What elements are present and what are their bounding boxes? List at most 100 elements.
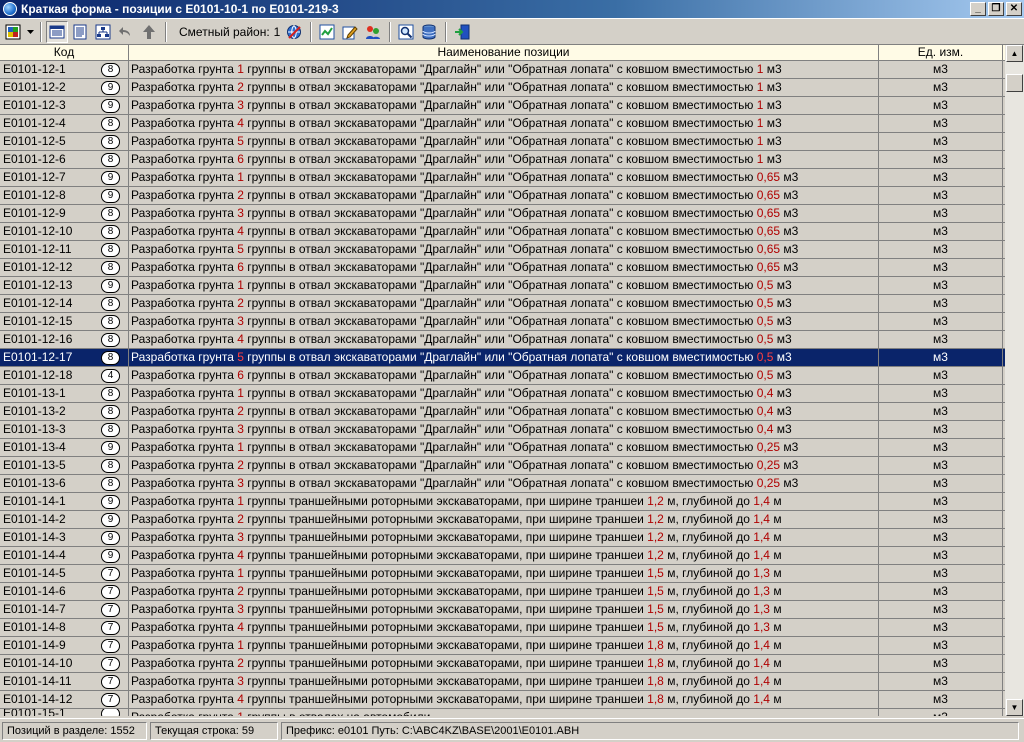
unit-cell[interactable]: м3 <box>879 259 1003 276</box>
column-header-code[interactable]: Код <box>0 45 129 60</box>
name-cell[interactable]: Разработка грунта 3 группы в отвал экска… <box>129 475 879 492</box>
name-cell[interactable]: Разработка грунта 3 группы траншейными р… <box>129 529 879 546</box>
scroll-thumb[interactable] <box>1006 74 1023 92</box>
unit-cell[interactable]: м3 <box>879 205 1003 222</box>
table-row[interactable]: Е0101-12-16 8 Разработка грунта 4 группы в… <box>0 331 1005 349</box>
name-cell[interactable]: Разработка грунта 5 группы в отвал экска… <box>129 241 879 258</box>
code-cell[interactable]: Е0101-12-17 8 <box>0 349 129 366</box>
name-cell[interactable]: Разработка грунта 3 группы траншейными р… <box>129 673 879 690</box>
unit-cell[interactable]: м3 <box>879 583 1003 600</box>
name-cell[interactable]: Разработка грунта 6 группы в отвал экска… <box>129 259 879 276</box>
unit-cell[interactable]: м3 <box>879 457 1003 474</box>
table-row[interactable]: Е0101-15-1 Разработка грунта 1 группы в о… <box>0 709 1005 716</box>
name-cell[interactable]: Разработка грунта 2 группы в отвал экска… <box>129 187 879 204</box>
table-row[interactable]: Е0101-12-4 8 Разработка грунта 4 группы в … <box>0 115 1005 133</box>
code-cell[interactable]: Е0101-12-15 8 <box>0 313 129 330</box>
unit-cell[interactable]: м3 <box>879 79 1003 96</box>
code-cell[interactable]: Е0101-12-3 9 <box>0 97 129 114</box>
code-cell[interactable]: Е0101-12-1 8 <box>0 61 129 78</box>
code-cell[interactable]: Е0101-12-12 8 <box>0 259 129 276</box>
unit-cell[interactable]: м3 <box>879 421 1003 438</box>
name-cell[interactable]: Разработка грунта 2 группы траншейными р… <box>129 511 879 528</box>
table-row[interactable]: Е0101-14-3 9 Разработка грунта 3 группы тр… <box>0 529 1005 547</box>
name-cell[interactable]: Разработка грунта 2 группы траншейными р… <box>129 583 879 600</box>
table-row[interactable]: Е0101-13-4 9 Разработка грунта 1 группы в … <box>0 439 1005 457</box>
code-cell[interactable]: Е0101-12-5 8 <box>0 133 129 150</box>
name-cell[interactable]: Разработка грунта 1 группы в отвал экска… <box>129 169 879 186</box>
code-cell[interactable]: Е0101-14-9 7 <box>0 637 129 654</box>
name-cell[interactable]: Разработка грунта 1 группы траншейными р… <box>129 637 879 654</box>
table-row[interactable]: Е0101-14-8 7 Разработка грунта 4 группы тр… <box>0 619 1005 637</box>
restore-button[interactable]: ❐ <box>988 2 1004 16</box>
unit-cell[interactable]: м3 <box>879 637 1003 654</box>
unit-cell[interactable]: м3 <box>879 367 1003 384</box>
table-row[interactable]: Е0101-12-17 8 Разработка грунта 5 группы в… <box>0 349 1005 367</box>
code-cell[interactable]: Е0101-12-8 9 <box>0 187 129 204</box>
unit-cell[interactable]: м3 <box>879 511 1003 528</box>
table-row[interactable]: Е0101-12-1 8 Разработка грунта 1 группы в … <box>0 61 1005 79</box>
exit-button[interactable] <box>451 21 473 43</box>
code-cell[interactable]: Е0101-14-7 7 <box>0 601 129 618</box>
unit-cell[interactable]: м3 <box>879 691 1003 708</box>
name-cell[interactable]: Разработка грунта 3 группы траншейными р… <box>129 601 879 618</box>
unit-cell[interactable]: м3 <box>879 151 1003 168</box>
table-row[interactable]: Е0101-12-11 8 Разработка грунта 5 группы в… <box>0 241 1005 259</box>
full-form-view-button[interactable] <box>69 21 91 43</box>
scroll-up-button[interactable]: ▲ <box>1006 45 1023 62</box>
name-cell[interactable]: Разработка грунта 3 группы в отвал экска… <box>129 421 879 438</box>
code-cell[interactable]: Е0101-12-18 4 <box>0 367 129 384</box>
unit-cell[interactable]: м3 <box>879 97 1003 114</box>
code-cell[interactable]: Е0101-12-2 9 <box>0 79 129 96</box>
vertical-scrollbar[interactable]: ▲ ▼ <box>1005 45 1024 716</box>
code-cell[interactable]: Е0101-14-8 7 <box>0 619 129 636</box>
chart-button[interactable] <box>316 21 338 43</box>
code-cell[interactable]: Е0101-14-2 9 <box>0 511 129 528</box>
unit-cell[interactable]: м3 <box>879 403 1003 420</box>
name-cell[interactable]: Разработка грунта 4 группы траншейными р… <box>129 691 879 708</box>
code-cell[interactable]: Е0101-14-1 9 <box>0 493 129 510</box>
table-row[interactable]: Е0101-13-6 8 Разработка грунта 3 группы в … <box>0 475 1005 493</box>
table-row[interactable]: Е0101-12-18 4 Разработка грунта 6 группы в… <box>0 367 1005 385</box>
name-cell[interactable]: Разработка грунта 2 группы в отвал экска… <box>129 457 879 474</box>
name-cell[interactable]: Разработка грунта 3 группы в отвал экска… <box>129 97 879 114</box>
name-cell[interactable]: Разработка грунта 4 группы траншейными р… <box>129 547 879 564</box>
unit-cell[interactable]: м3 <box>879 493 1003 510</box>
unit-cell[interactable]: м3 <box>879 223 1003 240</box>
name-cell[interactable]: Разработка грунта 1 группы в отвал экска… <box>129 61 879 78</box>
name-cell[interactable]: Разработка грунта 4 группы в отвал экска… <box>129 223 879 240</box>
code-cell[interactable]: Е0101-14-11 7 <box>0 673 129 690</box>
code-cell[interactable]: Е0101-12-9 8 <box>0 205 129 222</box>
name-cell[interactable]: Разработка грунта 1 группы траншейными р… <box>129 493 879 510</box>
unit-cell[interactable]: м3 <box>879 565 1003 582</box>
unit-cell[interactable]: м3 <box>879 295 1003 312</box>
close-button[interactable]: ✕ <box>1006 2 1022 16</box>
code-cell[interactable]: Е0101-12-7 9 <box>0 169 129 186</box>
unit-cell[interactable]: м3 <box>879 241 1003 258</box>
code-cell[interactable]: Е0101-14-4 9 <box>0 547 129 564</box>
unit-cell[interactable]: м3 <box>879 385 1003 402</box>
column-header-unit[interactable]: Ед. изм. <box>879 45 1003 60</box>
table-row[interactable]: Е0101-12-5 8 Разработка грунта 5 группы в … <box>0 133 1005 151</box>
unit-cell[interactable]: м3 <box>879 547 1003 564</box>
table-row[interactable]: Е0101-12-2 9 Разработка грунта 2 группы в … <box>0 79 1005 97</box>
database-button[interactable] <box>418 21 440 43</box>
name-cell[interactable]: Разработка грунта 1 группы траншейными р… <box>129 565 879 582</box>
unit-cell[interactable]: м3 <box>879 187 1003 204</box>
code-cell[interactable]: Е0101-12-16 8 <box>0 331 129 348</box>
unit-cell[interactable]: м3 <box>879 529 1003 546</box>
name-cell[interactable]: Разработка грунта 1 группы в отвалах на … <box>129 709 879 716</box>
name-cell[interactable]: Разработка грунта 5 группы в отвал экска… <box>129 133 879 150</box>
table-row[interactable]: Е0101-12-6 8 Разработка грунта 6 группы в … <box>0 151 1005 169</box>
code-cell[interactable]: Е0101-13-5 8 <box>0 457 129 474</box>
name-cell[interactable]: Разработка грунта 3 группы в отвал экска… <box>129 205 879 222</box>
table-row[interactable]: Е0101-14-10 7 Разработка грунта 2 группы т… <box>0 655 1005 673</box>
table-row[interactable]: Е0101-13-3 8 Разработка грунта 3 группы в … <box>0 421 1005 439</box>
table-row[interactable]: Е0101-14-5 7 Разработка грунта 1 группы тр… <box>0 565 1005 583</box>
name-cell[interactable]: Разработка грунта 6 группы в отвал экска… <box>129 367 879 384</box>
code-cell[interactable]: Е0101-13-6 8 <box>0 475 129 492</box>
unit-cell[interactable]: м3 <box>879 349 1003 366</box>
name-cell[interactable]: Разработка грунта 4 группы траншейными р… <box>129 619 879 636</box>
name-cell[interactable]: Разработка грунта 1 группы в отвал экска… <box>129 439 879 456</box>
table-row[interactable]: Е0101-14-11 7 Разработка грунта 3 группы т… <box>0 673 1005 691</box>
table-row[interactable]: Е0101-14-1 9 Разработка грунта 1 группы тр… <box>0 493 1005 511</box>
